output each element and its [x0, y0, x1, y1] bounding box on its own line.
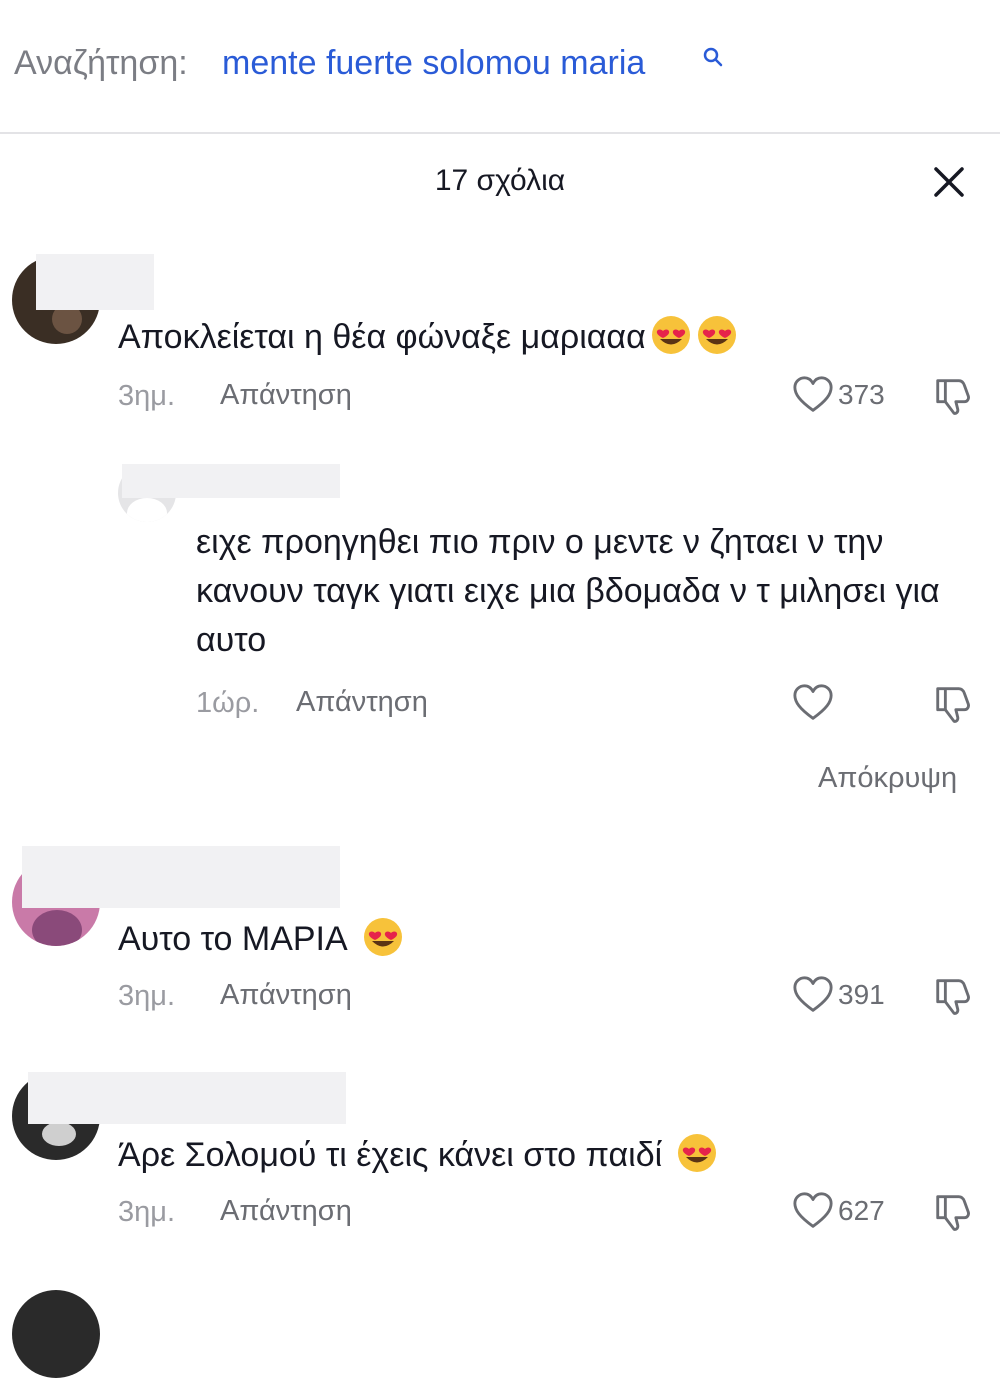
heart-icon [792, 974, 834, 1016]
thumbs-down-icon[interactable] [932, 375, 974, 417]
heart-eyes-emoji [650, 314, 692, 356]
search-bar[interactable]: Αναζήτηση: mente fuerte solomou maria [0, 0, 1000, 132]
comment-time: 3ημ. [118, 380, 176, 412]
like-button[interactable] [792, 682, 834, 724]
thumbs-down-icon[interactable] [932, 1191, 974, 1233]
thumbs-down-icon[interactable] [932, 975, 974, 1017]
like-button[interactable]: 391 [792, 974, 885, 1016]
reply-button[interactable]: Απάντηση [220, 979, 352, 1012]
header-divider [0, 132, 1000, 134]
like-count: 373 [838, 379, 885, 410]
comments-count-title: 17 σχόλια [434, 164, 566, 197]
heart-eyes-emoji [362, 916, 404, 958]
reply-text: ειχε προηγηθει πιο πριν ο μεντε ν ζηταει… [196, 523, 940, 659]
username-redacted [28, 1072, 346, 1124]
heart-icon [792, 682, 834, 724]
reply-button[interactable]: Απάντηση [220, 379, 352, 412]
like-button[interactable]: 627 [792, 1190, 885, 1232]
comment-time: 3ημ. [118, 980, 176, 1012]
search-query-link[interactable]: mente fuerte solomou maria [222, 44, 645, 83]
like-count: 627 [838, 1195, 885, 1226]
hide-replies-link[interactable]: Απόκρυψη [818, 762, 957, 795]
username-redacted [22, 846, 340, 908]
username-redacted [36, 254, 154, 310]
comment-text: Αυτο το ΜΑΡΙΑ [118, 916, 404, 959]
search-label: Αναζήτηση: [14, 44, 188, 82]
reply-button[interactable]: Απάντηση [220, 1195, 352, 1228]
username-redacted [122, 464, 340, 498]
close-icon[interactable] [930, 163, 968, 201]
heart-eyes-emoji [676, 1132, 718, 1174]
thumbs-down-icon[interactable] [932, 683, 974, 725]
like-button[interactable]: 373 [792, 374, 885, 416]
avatar[interactable] [12, 1290, 100, 1378]
comment-text: Αποκλείεται η θέα φώναξε μαριααα [118, 314, 738, 357]
heart-icon [792, 1190, 834, 1232]
heart-eyes-emoji [696, 314, 738, 356]
search-icon[interactable] [702, 46, 724, 68]
reply-time: 1ώρ. [196, 687, 260, 719]
reply-button[interactable]: Απάντηση [296, 686, 428, 719]
like-count: 391 [838, 979, 885, 1010]
heart-icon [792, 374, 834, 416]
comment-time: 3ημ. [118, 1196, 176, 1228]
comment-text: Άρε Σολομού τι έχεις κάνει στο παιδί [118, 1132, 718, 1175]
